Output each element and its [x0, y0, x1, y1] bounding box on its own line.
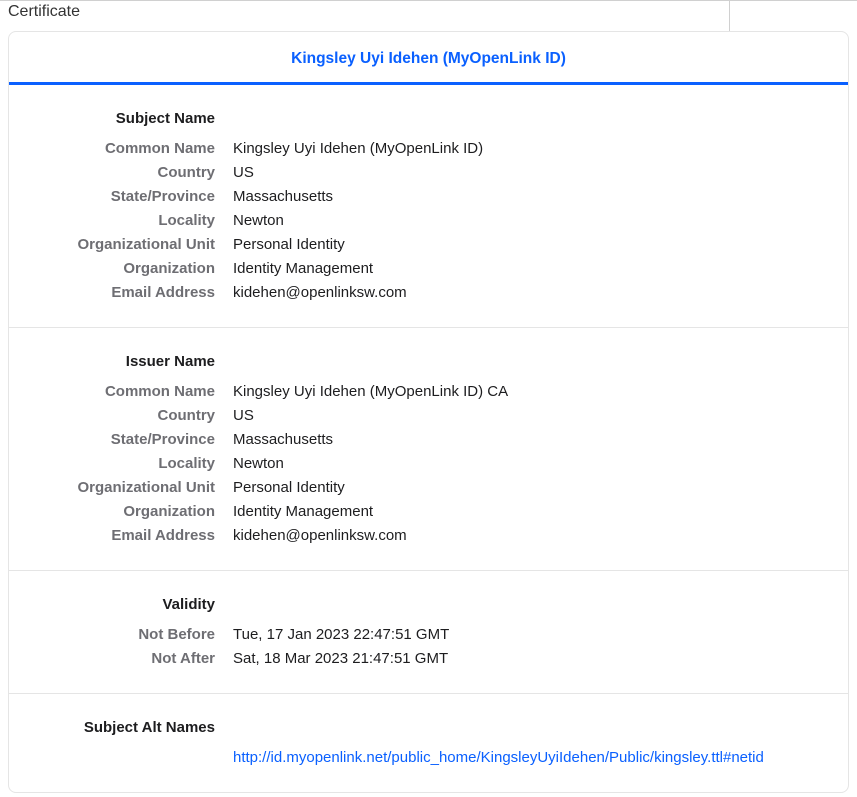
label-state: State/Province [9, 185, 233, 209]
san-link[interactable]: http://id.myopenlink.net/public_home/Kin… [233, 749, 764, 766]
validity-heading: Validity [9, 593, 233, 617]
value-locality: Newton [233, 209, 848, 233]
value-issuer-common-name: Kingsley Uyi Idehen (MyOpenLink ID) CA [233, 380, 848, 404]
label-issuer-email: Email Address [9, 524, 233, 548]
value-org-unit: Personal Identity [233, 233, 848, 257]
value-email: kidehen@openlinksw.com [233, 281, 848, 305]
certificate-panel: Kingsley Uyi Idehen (MyOpenLink ID) Subj… [8, 31, 849, 793]
value-issuer-org: Identity Management [233, 500, 848, 524]
label-common-name: Common Name [9, 137, 233, 161]
label-not-after: Not After [9, 647, 233, 671]
san-section: Subject Alt Names http://id.myopenlink.n… [9, 694, 848, 792]
label-issuer-locality: Locality [9, 452, 233, 476]
window-title: Certificate [0, 1, 730, 31]
label-issuer-country: Country [9, 404, 233, 428]
issuer-name-heading: Issuer Name [9, 350, 233, 374]
label-org-unit: Organizational Unit [9, 233, 233, 257]
subject-name-section: Subject Name Common Name Kingsley Uyi Id… [9, 85, 848, 328]
value-country: US [233, 161, 848, 185]
label-not-before: Not Before [9, 623, 233, 647]
issuer-name-section: Issuer Name Common Name Kingsley Uyi Ide… [9, 328, 848, 571]
value-common-name: Kingsley Uyi Idehen (MyOpenLink ID) [233, 137, 848, 161]
value-issuer-country: US [233, 404, 848, 428]
label-issuer-common-name: Common Name [9, 380, 233, 404]
label-country: Country [9, 161, 233, 185]
value-state: Massachusetts [233, 185, 848, 209]
value-issuer-org-unit: Personal Identity [233, 476, 848, 500]
san-heading: Subject Alt Names [9, 716, 233, 740]
value-issuer-state: Massachusetts [233, 428, 848, 452]
label-issuer-org-unit: Organizational Unit [9, 476, 233, 500]
validity-section: Validity Not Before Tue, 17 Jan 2023 22:… [9, 571, 848, 694]
value-not-after: Sat, 18 Mar 2023 21:47:51 GMT [233, 647, 848, 671]
label-email: Email Address [9, 281, 233, 305]
label-issuer-state: State/Province [9, 428, 233, 452]
certificate-header: Kingsley Uyi Idehen (MyOpenLink ID) [9, 32, 848, 85]
value-issuer-email: kidehen@openlinksw.com [233, 524, 848, 548]
label-org: Organization [9, 257, 233, 281]
subject-name-heading: Subject Name [9, 107, 233, 131]
value-not-before: Tue, 17 Jan 2023 22:47:51 GMT [233, 623, 848, 647]
value-org: Identity Management [233, 257, 848, 281]
label-locality: Locality [9, 209, 233, 233]
value-issuer-locality: Newton [233, 452, 848, 476]
label-issuer-org: Organization [9, 500, 233, 524]
certificate-title-link[interactable]: Kingsley Uyi Idehen (MyOpenLink ID) [291, 50, 566, 67]
